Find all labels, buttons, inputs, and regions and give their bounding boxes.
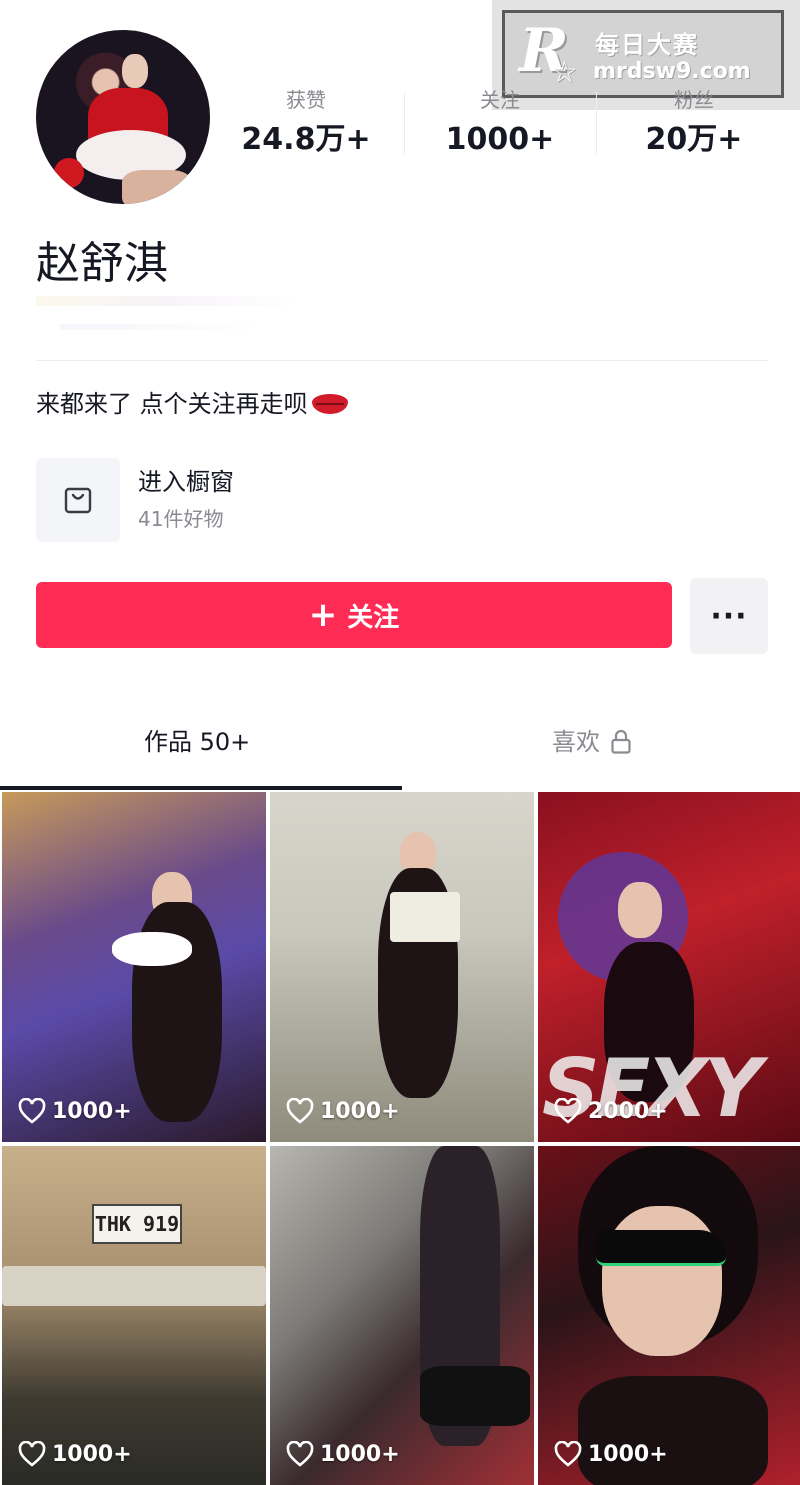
license-plate: THK 919 xyxy=(92,1204,182,1244)
avatar-detail xyxy=(122,54,148,88)
thumb-art xyxy=(618,882,662,938)
like-count: 1000+ xyxy=(554,1441,668,1467)
stat-label: 粉丝 xyxy=(674,88,714,112)
plus-icon: + xyxy=(308,595,338,635)
active-tab-indicator xyxy=(0,786,402,790)
more-icon[interactable]: ··· xyxy=(690,578,768,654)
thumb-art xyxy=(602,1206,722,1356)
shop-window-entry[interactable]: 进入橱窗 41件好物 xyxy=(36,458,234,542)
stat-label: 关注 xyxy=(480,88,520,112)
thumb-art xyxy=(2,1266,266,1306)
video-thumbnail[interactable]: 1000+ xyxy=(538,1146,800,1485)
avatar-detail xyxy=(54,158,84,188)
avatar[interactable] xyxy=(36,30,210,204)
video-thumbnail[interactable]: SEXY 2000+ xyxy=(538,792,800,1142)
watermark-url: mrdsw9.com xyxy=(593,59,751,84)
follow-button[interactable]: + 关注 xyxy=(36,582,672,648)
heart-icon xyxy=(18,1441,46,1467)
like-count-value: 1000+ xyxy=(52,1098,132,1124)
faint-decoration xyxy=(60,324,260,330)
like-count: 1000+ xyxy=(18,1441,132,1467)
shopping-bag-icon xyxy=(64,487,92,514)
like-count: 1000+ xyxy=(286,1441,400,1467)
thumb-art xyxy=(390,892,460,942)
stat-value: 24.8万+ xyxy=(241,122,371,157)
stat-following[interactable]: 关注 1000+ xyxy=(420,86,580,160)
watermark-title: 每日大赛 xyxy=(595,31,699,59)
lock-icon xyxy=(611,729,631,754)
avatar-detail xyxy=(122,170,192,204)
heart-icon xyxy=(18,1098,46,1124)
faint-decoration xyxy=(36,296,296,306)
stat-label: 获赞 xyxy=(286,88,326,112)
thumb-art xyxy=(596,1230,726,1266)
like-count-value: 1000+ xyxy=(52,1441,132,1467)
tab-likes-label: 喜欢 xyxy=(552,728,600,756)
divider xyxy=(36,360,768,361)
lips-emoji-icon xyxy=(311,392,348,416)
like-count: 1000+ xyxy=(18,1098,132,1124)
stat-followers[interactable]: 粉丝 20万+ xyxy=(614,86,774,160)
like-count: 1000+ xyxy=(286,1098,400,1124)
shop-icon-box xyxy=(36,458,120,542)
video-thumbnail[interactable]: 1000+ xyxy=(2,792,266,1142)
heart-icon xyxy=(554,1441,582,1467)
stat-value: 1000+ xyxy=(445,122,555,157)
thumb-art xyxy=(112,932,192,966)
thumb-art xyxy=(578,1376,768,1485)
stat-divider xyxy=(596,92,597,154)
video-thumbnail[interactable]: 1000+ xyxy=(270,1146,534,1485)
stat-value: 20万+ xyxy=(645,122,743,157)
profile-name: 赵舒淇 xyxy=(36,238,168,289)
shop-subtitle: 41件好物 xyxy=(138,507,224,531)
heart-icon xyxy=(286,1441,314,1467)
tab-works[interactable]: 作品 50+ xyxy=(144,720,250,764)
like-count-value: 1000+ xyxy=(320,1098,400,1124)
video-thumbnail[interactable]: THK 919 1000+ xyxy=(2,1146,266,1485)
follow-label: 关注 xyxy=(347,602,400,633)
thumb-art xyxy=(420,1366,530,1426)
shop-title: 进入橱窗 xyxy=(138,468,234,496)
like-count-value: 1000+ xyxy=(320,1441,400,1467)
heart-icon xyxy=(554,1098,582,1124)
video-thumbnail[interactable]: 1000+ xyxy=(270,792,534,1142)
like-count-value: 2000+ xyxy=(588,1098,668,1124)
bio-text: 来都来了 点个关注再走呗 xyxy=(36,390,308,418)
stat-divider xyxy=(404,92,405,154)
tab-likes[interactable]: 喜欢 xyxy=(552,720,632,764)
like-count-value: 1000+ xyxy=(588,1441,668,1467)
profile-bio: 来都来了 点个关注再走呗 xyxy=(36,384,348,424)
watermark-box: R ☆ 每日大赛 mrdsw9.com xyxy=(502,10,784,98)
heart-icon xyxy=(286,1098,314,1124)
stat-likes[interactable]: 获赞 24.8万+ xyxy=(226,86,386,160)
like-count: 2000+ xyxy=(554,1098,668,1124)
star-icon: ☆ xyxy=(551,55,578,90)
